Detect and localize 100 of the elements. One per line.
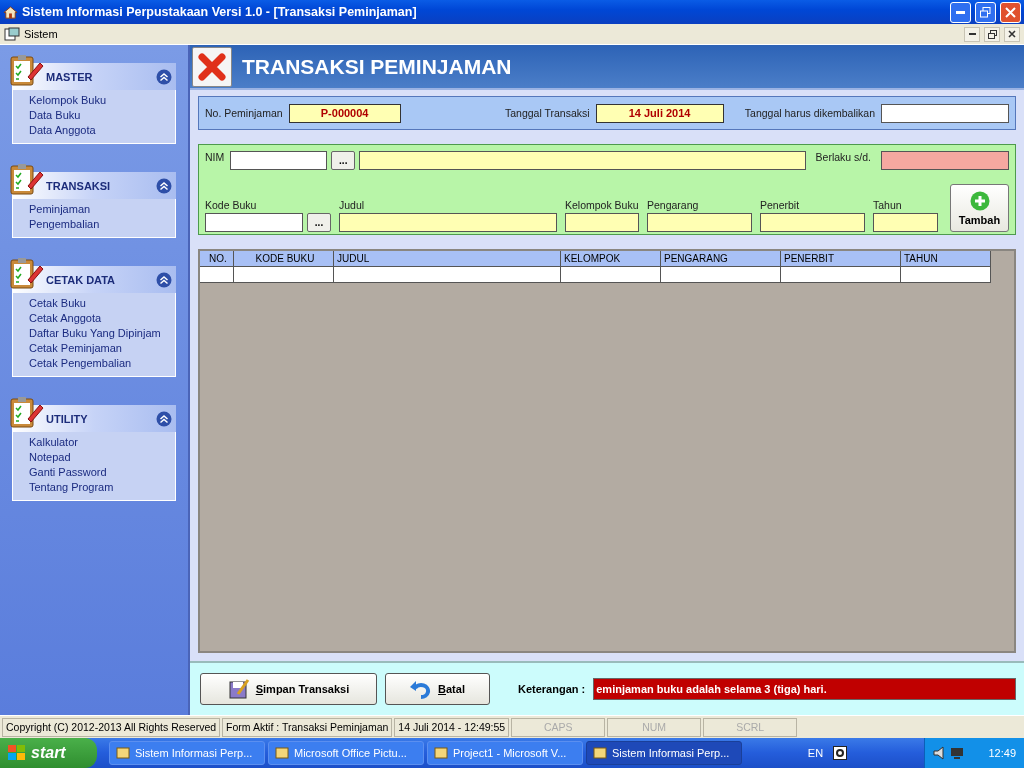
field-label: Tanggal harus dikembalikan — [744, 107, 875, 119]
sidebar-link[interactable]: Data Anggota — [29, 123, 175, 138]
add-button[interactable]: Tambah — [950, 184, 1009, 232]
collapse-icon[interactable] — [156, 410, 172, 427]
field-label: No. Peminjaman — [205, 107, 283, 119]
app-icon — [593, 746, 607, 760]
browse-button[interactable]: ... — [331, 151, 356, 170]
status-panel: Form Aktif : Transaksi Peminjaman — [222, 717, 393, 737]
group-title: CETAK DATA — [46, 273, 117, 286]
group-title: MASTER — [46, 70, 94, 83]
close-button[interactable] — [1004, 26, 1020, 42]
help-icon[interactable] — [833, 746, 848, 760]
collapse-icon[interactable] — [156, 271, 172, 288]
app-icon — [275, 746, 289, 760]
field-label: Kode Buku — [205, 199, 258, 211]
sidebar-link[interactable]: Kalkulator — [29, 435, 175, 450]
sidebar-link[interactable]: Notepad — [29, 450, 175, 465]
sidebar-link[interactable]: Data Buku — [29, 108, 175, 123]
save-button[interactable]: Simpan Transaksi — [200, 673, 377, 705]
app-icon — [116, 746, 130, 760]
sidebar-link[interactable]: Cetak Peminjaman — [29, 341, 175, 356]
language-indicator[interactable]: EN — [807, 747, 824, 759]
field-label: Tahun — [873, 199, 903, 211]
field-label: Penerbit — [760, 199, 801, 211]
status-panel: Copyright (C) 2012-2013 All Rights Reserved — [2, 717, 221, 737]
column-header: PENERBIT — [781, 251, 901, 267]
date-input-field[interactable] — [881, 103, 1009, 123]
readonly-field: 14 Juli 2014 — [595, 103, 724, 123]
restore-icon — [987, 29, 997, 39]
text-field[interactable] — [339, 213, 557, 232]
field-label: NIM — [205, 151, 225, 163]
text-field[interactable] — [647, 213, 752, 232]
cancel-button[interactable]: Batal — [385, 673, 490, 705]
sidebar-link[interactable]: Pengembalian — [29, 217, 175, 232]
close-icon — [1005, 6, 1016, 18]
field-label: Pengarang — [647, 199, 700, 211]
sidebar-link[interactable]: Daftar Buku Yang Dipinjam — [29, 326, 175, 341]
table-cell — [200, 267, 234, 283]
column-header: JUDUL — [334, 251, 561, 267]
house-icon — [3, 4, 18, 20]
app-icon — [434, 746, 448, 760]
group-title: UTILITY — [46, 412, 89, 425]
clipboard-icon — [8, 53, 44, 87]
windows-logo-icon — [8, 745, 26, 761]
text-field[interactable] — [760, 213, 865, 232]
group-title: TRANSAKSI — [46, 179, 112, 192]
save-icon — [227, 678, 250, 700]
window-icon — [4, 27, 20, 41]
clock: 12:49 — [988, 747, 1016, 759]
status-panel: NUM — [607, 717, 702, 737]
column-header: NO. — [200, 251, 234, 267]
sidebar-link[interactable]: Cetak Pengembalian — [29, 356, 175, 371]
book-code-field[interactable] — [205, 213, 303, 232]
menu-item[interactable]: Sistem — [24, 28, 960, 40]
clipboard-icon — [8, 395, 44, 429]
taskbar-button[interactable]: Sistem Informasi Perp... — [109, 741, 265, 765]
sidebar-link[interactable]: Cetak Anggota — [29, 311, 175, 326]
field-label: Judul — [339, 199, 366, 211]
column-header: TAHUN — [901, 251, 991, 267]
window-title: Sistem Informasi Perpustakaan Versi 1.0 - [Transaksi Peminjaman] — [22, 5, 418, 19]
nim-field[interactable] — [230, 151, 328, 170]
taskbar-button[interactable]: Sistem Informasi Perp... — [586, 741, 742, 765]
field-label: Berlaku s/d. — [815, 151, 871, 163]
column-header: KODE BUKU — [234, 251, 334, 267]
sidebar-link[interactable]: Tentang Program — [29, 480, 175, 495]
text-field[interactable] — [873, 213, 938, 232]
restore-button[interactable] — [984, 26, 1000, 42]
sidebar-link[interactable]: Peminjaman — [29, 202, 175, 217]
sidebar-link[interactable]: Ganti Password — [29, 465, 175, 480]
taskbar-button[interactable]: Microsoft Office Pictu... — [268, 741, 424, 765]
restore-icon — [980, 6, 991, 18]
status-panel: 14 Juli 2014 - 12:49:55 — [394, 717, 510, 737]
status-panel: SCRL — [703, 717, 798, 737]
clipboard-icon — [8, 162, 44, 196]
field-label: Tanggal Transaksi — [504, 107, 590, 119]
field-label: Kelompok Buku — [565, 199, 639, 211]
minimize-icon — [968, 33, 976, 35]
note-label: Keterangan : — [518, 683, 586, 695]
taskbar-button[interactable]: Project1 - Microsoft V... — [427, 741, 583, 765]
plus-icon — [969, 190, 990, 211]
sidebar-link[interactable]: Kelompok Buku — [29, 93, 175, 108]
column-header: PENGARANG — [661, 251, 781, 267]
close-button[interactable] — [192, 46, 232, 87]
browse-button[interactable]: ... — [307, 213, 331, 232]
collapse-icon[interactable] — [156, 177, 172, 194]
column-header: KELOMPOK — [561, 251, 661, 267]
collapse-icon[interactable] — [156, 68, 172, 85]
text-field[interactable] — [565, 213, 639, 232]
status-panel: CAPS — [511, 717, 606, 737]
note-text: eminjaman buku adalah selama 3 (tiga) hari. — [593, 678, 1016, 700]
valid-until-field[interactable] — [881, 151, 1009, 170]
close-icon — [1008, 30, 1016, 38]
name-field[interactable] — [359, 151, 806, 170]
speaker-icon[interactable] — [933, 746, 947, 760]
clipboard-icon — [8, 256, 44, 290]
minimize-button[interactable] — [964, 26, 980, 42]
undo-arrow-icon — [410, 679, 433, 699]
sidebar-link[interactable]: Cetak Buku — [29, 296, 175, 311]
readonly-field: P-000004 — [288, 103, 401, 123]
form-title: TRANSAKSI PEMINJAMAN — [242, 54, 512, 79]
